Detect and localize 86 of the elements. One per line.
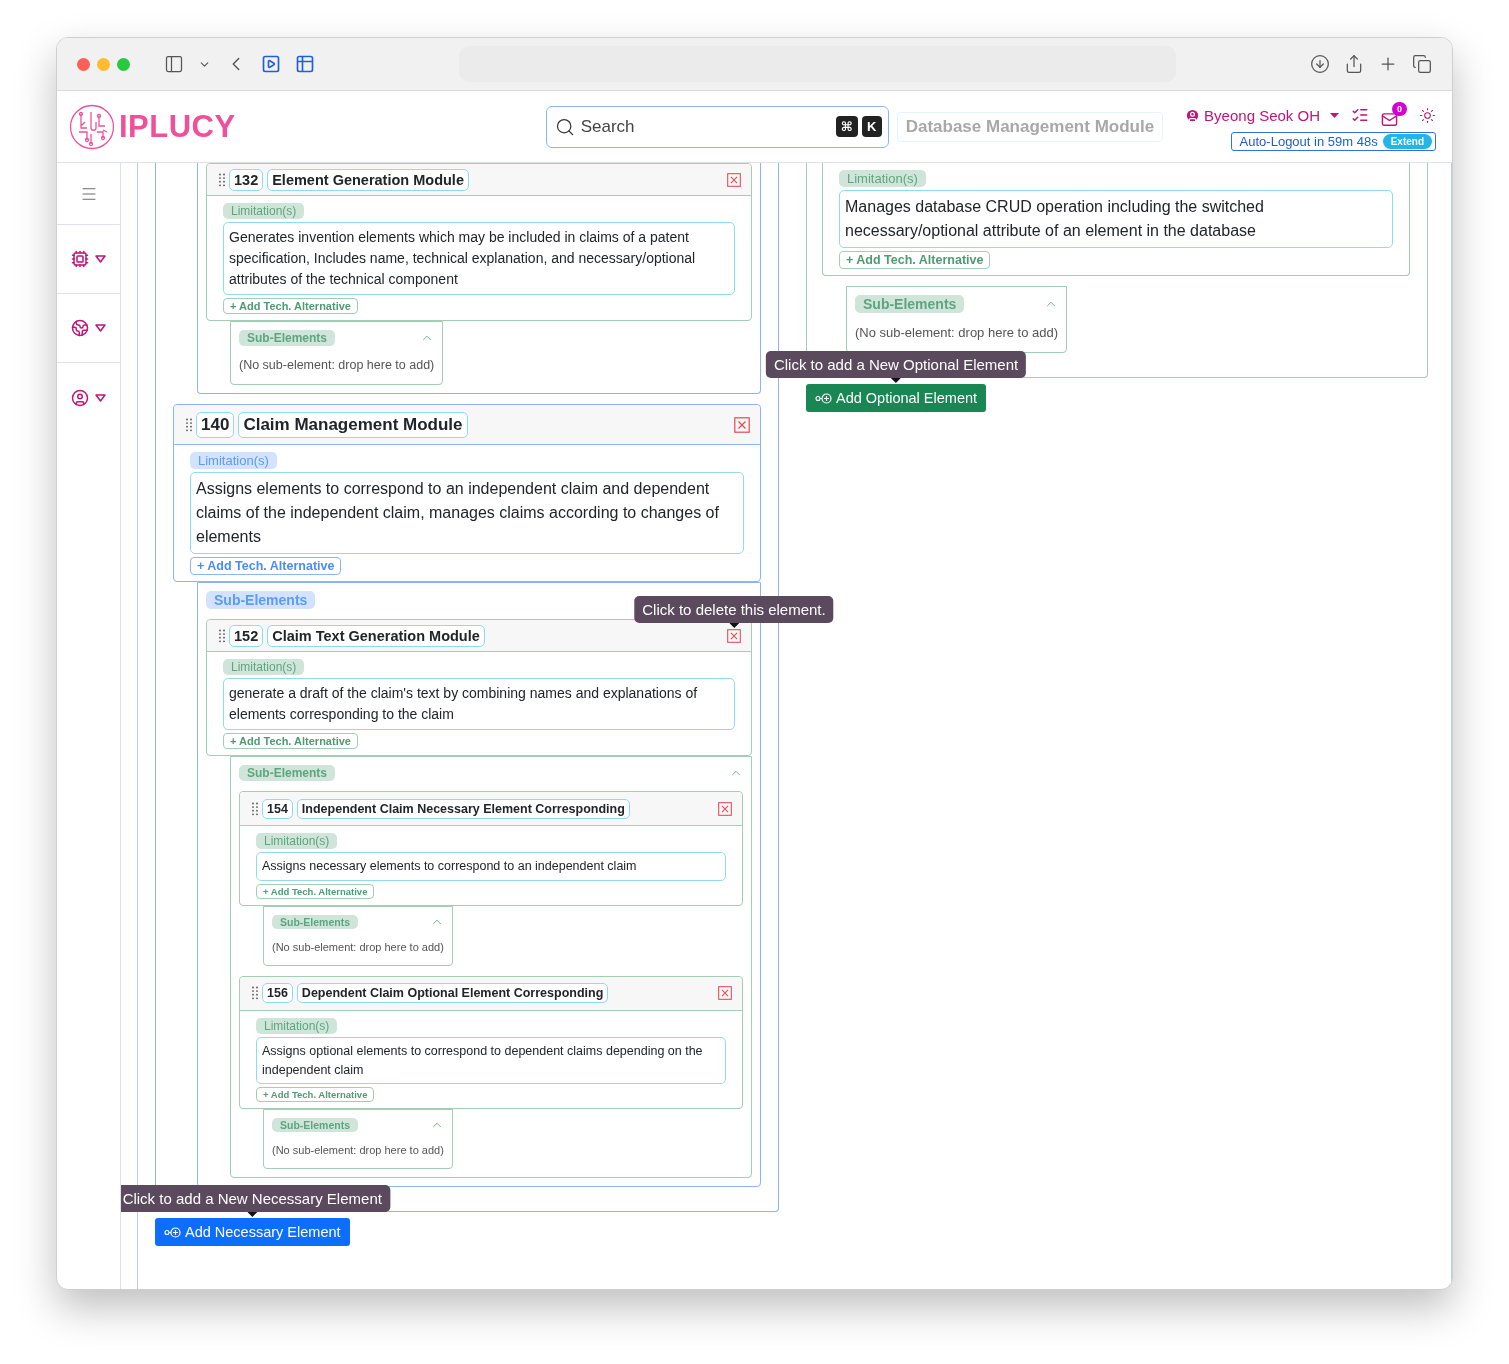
tooltip-pointer-icon <box>247 1212 258 1218</box>
limitation-field[interactable]: Assigns optional elements to correspond to dependent claims depending on the independent claim <box>256 1036 726 1085</box>
delete-button[interactable] <box>727 172 741 187</box>
add-element-button[interactable]: Add Necessary Element <box>155 1218 350 1247</box>
table-icon[interactable] <box>295 54 315 74</box>
user-menu[interactable]: Byeong Seok OH <box>1185 106 1339 124</box>
share-icon[interactable] <box>1344 54 1364 74</box>
drag-handle-icon[interactable] <box>252 986 258 1001</box>
element-number[interactable]: 152 <box>229 624 264 647</box>
sub-elements-label: Sub-Elements <box>272 1118 358 1133</box>
sub-elements-label: Sub-Elements <box>239 330 335 346</box>
drag-handle-icon[interactable] <box>186 417 192 432</box>
sub-elements-label: Sub-Elements <box>855 295 965 313</box>
mail-count-badge: 0 <box>1392 102 1407 116</box>
tooltip: Click to delete this element. <box>634 595 834 623</box>
limitation-field[interactable]: generate a draft of the claim's text by combining names and explanations of elements corresponding to the claim <box>223 678 735 730</box>
add-tech-alternative-button[interactable]: + Add Tech. Alternative <box>256 883 375 899</box>
search-input[interactable]: Search <box>578 115 832 138</box>
element-number[interactable]: 154 <box>262 798 293 819</box>
limitation-field[interactable]: Manages database CRUD operation including the switched necessary/optional attribute of an element in the database <box>839 190 1393 248</box>
element-number[interactable]: 140 <box>196 411 235 438</box>
delete-button[interactable] <box>718 986 732 1001</box>
empty-sub-elements-hint: (No sub-element: drop here to add) <box>239 358 435 374</box>
drag-handle-icon[interactable] <box>219 628 225 643</box>
search-icon <box>554 116 575 137</box>
delete-button[interactable] <box>718 801 732 816</box>
limitation-field[interactable]: Assigns necessary elements to correspond to an independent claim <box>256 852 726 881</box>
element-name[interactable]: Independent Claim Necessary Element Corresponding <box>296 798 630 819</box>
auto-logout-text: Auto-Logout in 59m 48s <box>1239 134 1378 149</box>
tooltip: Click to add a New Optional Element <box>765 351 1027 378</box>
sun-icon[interactable] <box>1419 106 1436 124</box>
element-name[interactable]: Claim Text Generation Module <box>267 624 485 647</box>
mail-icon <box>1381 111 1398 128</box>
add-tech-alternative-button[interactable]: + Add Tech. Alternative <box>256 1087 375 1103</box>
sub-elements-label: Sub-Elements <box>239 765 335 781</box>
checklist-icon[interactable] <box>1351 106 1369 124</box>
shortcut-key: K <box>861 116 882 137</box>
limitation-field[interactable]: Generates invention elements which may be included in claims of a patent specification, Includes name, technical explanation, and necessary/optional attributes of the technical component <box>223 222 735 295</box>
user-icon <box>71 388 89 407</box>
element-number[interactable]: 132 <box>229 168 264 191</box>
mail-button[interactable]: 0 <box>1381 102 1407 128</box>
close-window-button[interactable] <box>77 57 90 71</box>
sidebar-menu-button[interactable] <box>71 250 106 268</box>
add-element-button[interactable]: Add Optional Element <box>806 384 987 412</box>
tooltip-pointer-icon <box>729 622 739 628</box>
empty-sub-elements-hint: (No sub-element: drop here to add) <box>272 940 444 955</box>
drag-handle-icon[interactable] <box>252 801 258 816</box>
limitation-label: Limitation(s) <box>223 203 305 219</box>
chip-icon <box>71 250 89 268</box>
add-node-icon <box>164 1226 181 1238</box>
limitation-label: Limitation(s) <box>839 170 926 187</box>
download-icon[interactable] <box>1310 54 1330 74</box>
drag-handle-icon[interactable] <box>219 172 225 187</box>
element-name[interactable]: Dependent Claim Optional Element Corresponding <box>296 983 609 1004</box>
empty-sub-elements-hint: (No sub-element: drop here to add) <box>272 1144 444 1159</box>
limitation-label: Limitation(s) <box>190 452 277 469</box>
search-field[interactable]: Search ⌘ K <box>545 105 889 148</box>
sub-elements-label: Sub-Elements <box>206 591 316 609</box>
limitation-field[interactable]: Assigns elements to correspond to an independent claim and dependent claims of the independent claim, manages claims according to changes of elements <box>190 472 744 554</box>
tooltip: Click to add a New Necessary Element <box>121 1185 390 1213</box>
shortcut-key: ⌘ <box>835 116 858 137</box>
sidebar-menu-button[interactable] <box>71 388 106 407</box>
triangle-down-icon <box>95 255 106 263</box>
add-node-icon <box>815 392 832 404</box>
empty-sub-elements-hint: (No sub-element: drop here to add) <box>855 325 1059 342</box>
element-name[interactable]: Element Generation Module <box>267 168 469 191</box>
element-name[interactable]: Claim Management Module <box>238 411 468 438</box>
element-number[interactable]: 156 <box>262 983 293 1004</box>
element-name: Database Management Module <box>896 111 1164 142</box>
delete-button[interactable] <box>727 628 741 643</box>
sub-elements-label: Sub-Elements <box>272 914 358 929</box>
tabs-icon[interactable] <box>1412 54 1432 74</box>
sidebar-toggle-icon[interactable] <box>164 54 184 74</box>
logo-icon <box>69 103 115 150</box>
triangle-down-icon <box>95 393 106 402</box>
tooltip-pointer-icon <box>891 378 901 383</box>
triangle-down-icon <box>95 324 106 332</box>
limitation-label: Limitation(s) <box>256 833 338 849</box>
globe-icon <box>71 319 89 337</box>
sidebar-menu-button[interactable] <box>71 319 106 337</box>
delete-button[interactable] <box>734 416 750 433</box>
caret-icon <box>1330 112 1339 118</box>
logo-text: IPLUCY <box>119 108 236 145</box>
user-icon <box>1185 107 1201 123</box>
limitation-label: Limitation(s) <box>256 1017 338 1034</box>
limitation-label: Limitation(s) <box>223 659 305 675</box>
